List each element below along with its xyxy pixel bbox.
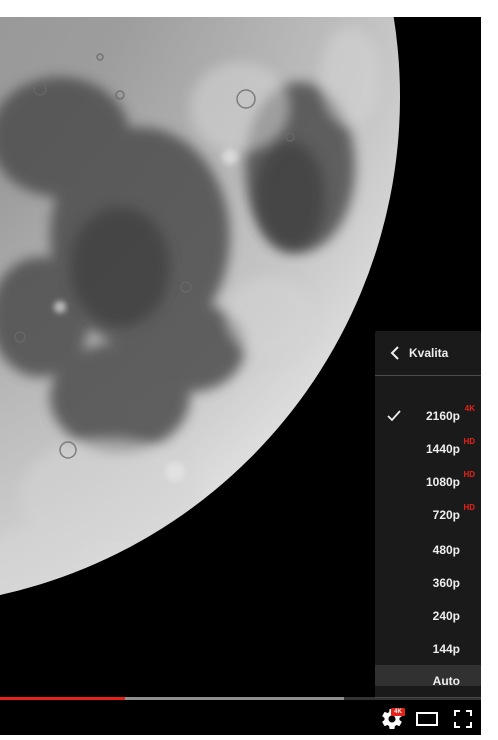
quality-option-label: Auto xyxy=(432,674,460,688)
quality-option-1080p[interactable]: 1080p HD xyxy=(375,466,481,499)
quality-menu: Kvalita 2160p 4K 1440p HD 1080p HD 720p … xyxy=(375,331,481,698)
quality-option-144p[interactable]: 144p xyxy=(375,633,481,666)
progress-played xyxy=(0,697,125,700)
quality-option-label: 240p xyxy=(432,609,460,623)
quality-menu-title: Kvalita xyxy=(409,346,449,360)
quality-option-720p[interactable]: 720p HD xyxy=(375,499,481,532)
check-icon xyxy=(387,410,401,422)
quality-option-label: 360p xyxy=(432,576,460,590)
chevron-left-icon xyxy=(390,346,399,360)
settings-quality-badge: 4K xyxy=(391,708,405,716)
quality-badge: 4K xyxy=(464,404,475,413)
page: Kvalita 2160p 4K 1440p HD 1080p HD 720p … xyxy=(0,0,498,740)
quality-option-240p[interactable]: 240p xyxy=(375,600,481,633)
quality-option-1440p[interactable]: 1440p HD xyxy=(375,433,481,466)
quality-badge: HD xyxy=(463,470,475,479)
quality-option-label: 720p HD xyxy=(432,503,475,522)
video-player[interactable]: Kvalita 2160p 4K 1440p HD 1080p HD 720p … xyxy=(0,17,481,735)
quality-option-2160p[interactable]: 2160p 4K xyxy=(375,400,481,433)
progress-bar[interactable] xyxy=(0,697,481,700)
quality-option-480p[interactable]: 480p xyxy=(375,534,481,567)
quality-badge: HD xyxy=(463,503,475,512)
quality-option-label: 480p xyxy=(432,543,460,557)
quality-option-label: 1440p HD xyxy=(425,437,475,456)
quality-option-auto[interactable]: Auto xyxy=(375,665,481,698)
theater-mode-icon[interactable] xyxy=(414,707,440,731)
quality-option-label: 144p xyxy=(432,642,460,656)
fullscreen-icon[interactable] xyxy=(451,707,475,731)
quality-option-label: 2160p 4K xyxy=(425,404,475,423)
quality-option-360p[interactable]: 360p xyxy=(375,567,481,600)
quality-option-label: 1080p HD xyxy=(425,470,475,489)
quality-badge: HD xyxy=(463,437,475,446)
quality-menu-back-button[interactable]: Kvalita xyxy=(375,331,481,376)
